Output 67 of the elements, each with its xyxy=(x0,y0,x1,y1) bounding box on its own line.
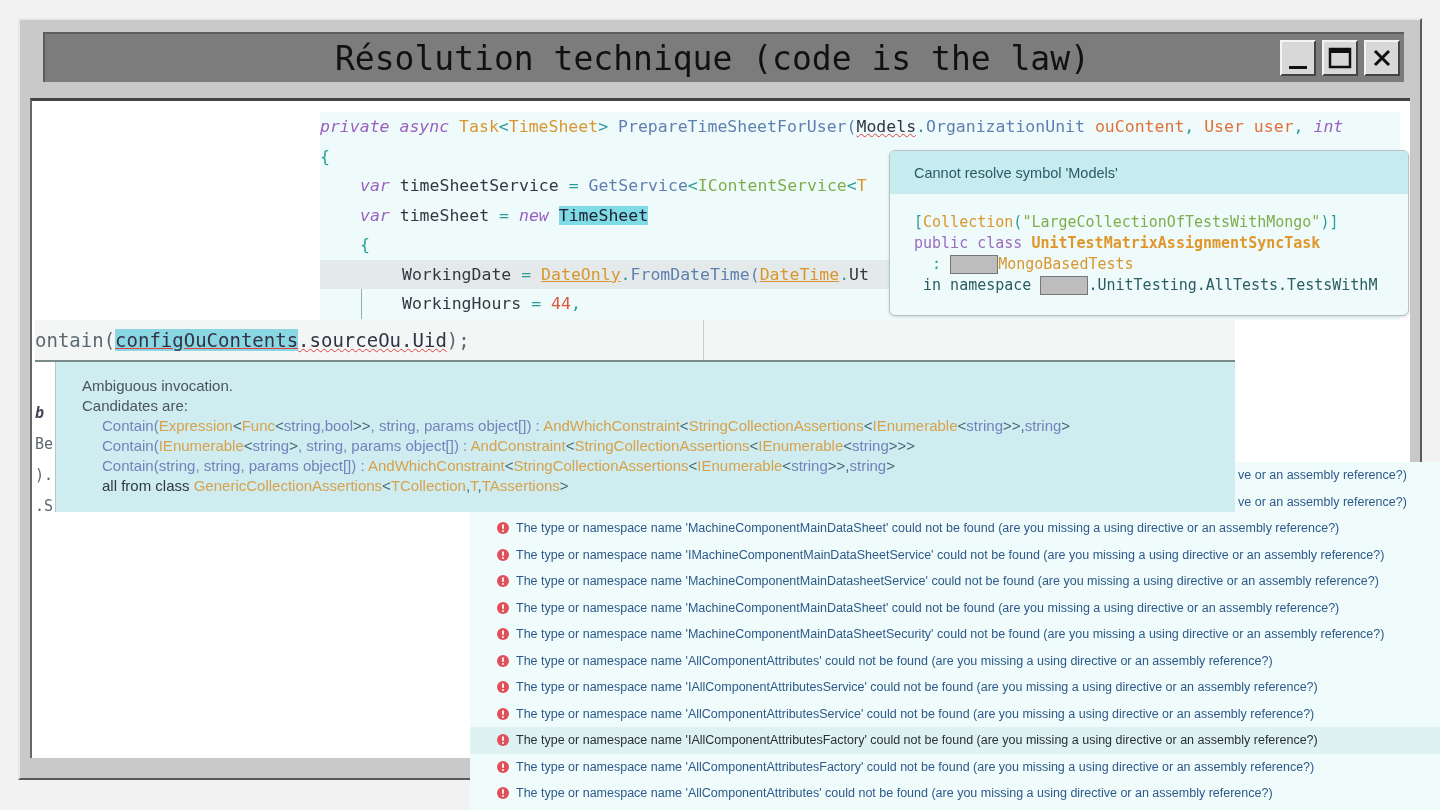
code-line: { xyxy=(320,145,330,168)
error-message: The type or namespace name 'IMachineComponentMainDataSheetService' could not be found (are you missing a using directive or an assembly reference?) xyxy=(516,547,1385,562)
error-message: ve or an assembly reference?) xyxy=(1238,468,1407,483)
error-row[interactable]: The type or namespace name 'AllComponentAttributesFactory' could not be found (are you missing a using directive or an assembly reference?) xyxy=(470,753,1440,780)
candidate-footer: all from class GenericCollectionAssertions<TCollection,T,TAssertions> xyxy=(82,476,1235,496)
minimize-icon xyxy=(1289,65,1307,69)
error-message: The type or namespace name 'AllComponentAttributesFactory' could not be found (are you missing a using directive or an assembly reference?) xyxy=(516,759,1315,774)
code-line: in namespace .UnitTesting.AllTests.TestsWithM xyxy=(922,275,1379,296)
tooltip-title: Ambiguous invocation. xyxy=(82,376,234,396)
minimize-button[interactable] xyxy=(1280,40,1316,76)
error-message: The type or namespace name 'AllComponentAttributesService' could not be found (are you missing a using directive or an assembly reference?) xyxy=(516,706,1315,721)
error-icon xyxy=(497,575,509,588)
code-line: [Collection("LargeCollectionOfTestsWithMongo")] xyxy=(914,212,1340,233)
error-message: The type or namespace name 'IAllComponentAttributesFactory' could not be found (are you missing a using directive or an assembly reference?) xyxy=(516,733,1318,748)
error-icon xyxy=(497,628,509,641)
code-line: { xyxy=(360,234,370,256)
code-line: var timeSheet = new TimeSheet xyxy=(360,204,649,227)
error-icon xyxy=(497,787,509,800)
tooltip-subtitle: Candidates are: xyxy=(82,396,189,416)
maximize-icon xyxy=(1328,47,1352,69)
candidate-line: Contain(Expression<Func<string,bool>>, string, params object[]) : AndWhichConstraint<StringCollectionAssertions<IEnumerable<string>>,string> xyxy=(101,416,1072,436)
error-message: The type or namespace name 'AllComponentAttributes' could not be found (are you missing a using directive or an assembly reference?) xyxy=(516,653,1273,668)
error-icon xyxy=(497,522,509,535)
window-title: Résolution technique (code is the law) xyxy=(334,38,1091,78)
code-line: private async Task<TimeSheet> PrepareTimeSheetForUser(Models.OrganizationUnit ouContent, User user, int xyxy=(320,116,1344,138)
error-row[interactable]: ve or an assembly reference?) xyxy=(1238,488,1440,515)
error-row[interactable]: The type or namespace name 'IMachineComponentMainDataSheetService' could not be found (are you missing a using directive or an assembly reference?) xyxy=(470,541,1440,568)
tooltip-message: Cannot resolve symbol 'Models' xyxy=(890,151,1408,194)
close-icon xyxy=(1372,48,1392,68)
error-icon xyxy=(497,548,509,561)
error-message: The type or namespace name 'IAllComponentAttributesService' could not be found (are you missing a using directive or an assembly reference?) xyxy=(516,680,1318,695)
maximize-button[interactable] xyxy=(1322,40,1358,76)
error-icon xyxy=(497,601,509,614)
candidate-line: Contain(IEnumerable<string>, string, params object[]) : AndConstraint<StringCollectionAssertions<IEnumerable<string>>> xyxy=(101,436,917,456)
error-icon xyxy=(497,707,509,720)
code-fragment: Be xyxy=(35,435,54,454)
error-message: ve or an assembly reference?) xyxy=(1238,494,1407,509)
error-row[interactable]: The type or namespace name 'AllComponentAttributesService' could not be found (are you missing a using directive or an assembly reference?) xyxy=(470,700,1440,727)
error-row[interactable]: The type or namespace name 'AllComponentAttributes' could not be found (are you missing a using directive or an assembly reference?) xyxy=(470,647,1440,674)
error-row[interactable]: The type or namespace name 'IAllComponentAttributesFactory' could not be found (are you missing a using directive or an assembly reference?) xyxy=(470,727,1440,754)
code-line: var timeSheetService = GetService<IContentService<T xyxy=(360,175,867,197)
code-line: WorkingDate = DateOnly.FromDateTime(DateTime.Ut xyxy=(402,263,869,286)
error-row[interactable]: ve or an assembly reference?) xyxy=(1238,462,1440,489)
code-fragment: ). xyxy=(35,466,54,485)
error-icon xyxy=(497,760,509,773)
error-message: The type or namespace name 'MachineComponentMainDataSheetSecurity' could not be found (are you missing a using directive or an assembly reference?) xyxy=(516,627,1385,642)
error-row[interactable]: The type or namespace name 'MachineComponentMainDataSheetSecurity' could not be found (are you missing a using directive or an assembly reference?) xyxy=(470,621,1440,648)
close-button[interactable] xyxy=(1364,40,1400,76)
error-message: The type or namespace name 'MachineComponentMainDatasheetService' could not be found (are you missing a using directive or an assembly reference?) xyxy=(516,574,1379,589)
error-message: The type or namespace name 'MachineComponentMainDataSheet' could not be found (are you missing a using directive or an assembly reference?) xyxy=(516,600,1340,615)
error-message: The type or namespace name 'MachineComponentMainDataSheet' could not be found (are you missing a using directive or an assembly reference?) xyxy=(516,521,1340,536)
code-line: WorkingHours = 44, xyxy=(402,293,581,315)
code-line: : MongoBasedTests xyxy=(931,254,1135,275)
code-line: ontain(configOuContents.sourceOu.Uid); xyxy=(35,329,470,351)
code-fragment: b xyxy=(35,404,45,423)
error-row[interactable]: The type or namespace name 'IAllComponentAttributesService' could not be found (are you missing a using directive or an assembly reference?) xyxy=(470,674,1440,701)
error-icon xyxy=(497,734,509,747)
error-icon xyxy=(497,654,509,667)
code-line: public class UnitTestMatrixAssignmentSyncTask xyxy=(914,233,1322,254)
error-icon xyxy=(497,681,509,694)
error-row[interactable]: The type or namespace name 'MachineComponentMainDataSheet' could not be found (are you missing a using directive or an assembly reference?) xyxy=(470,594,1440,621)
error-row[interactable]: The type or namespace name 'AllComponentAttributes' could not be found (are you missing a using directive or an assembly reference?) xyxy=(470,780,1440,807)
candidate-line: Contain(string, string, params object[]) : AndWhichConstraint<StringCollectionAssertions<IEnumerable<string>>,string> xyxy=(101,456,896,476)
error-row[interactable]: The type or namespace name 'MachineComponentMainDataSheet' could not be found (are you missing a using directive or an assembly reference?) xyxy=(470,515,1440,542)
error-row[interactable]: The type or namespace name 'MachineComponentMainDatasheetService' could not be found (are you missing a using directive or an assembly reference?) xyxy=(470,568,1440,595)
error-message: The type or namespace name 'AllComponentAttributes' could not be found (are you missing a using directive or an assembly reference?) xyxy=(516,786,1273,801)
code-fragment: .S xyxy=(35,497,54,516)
